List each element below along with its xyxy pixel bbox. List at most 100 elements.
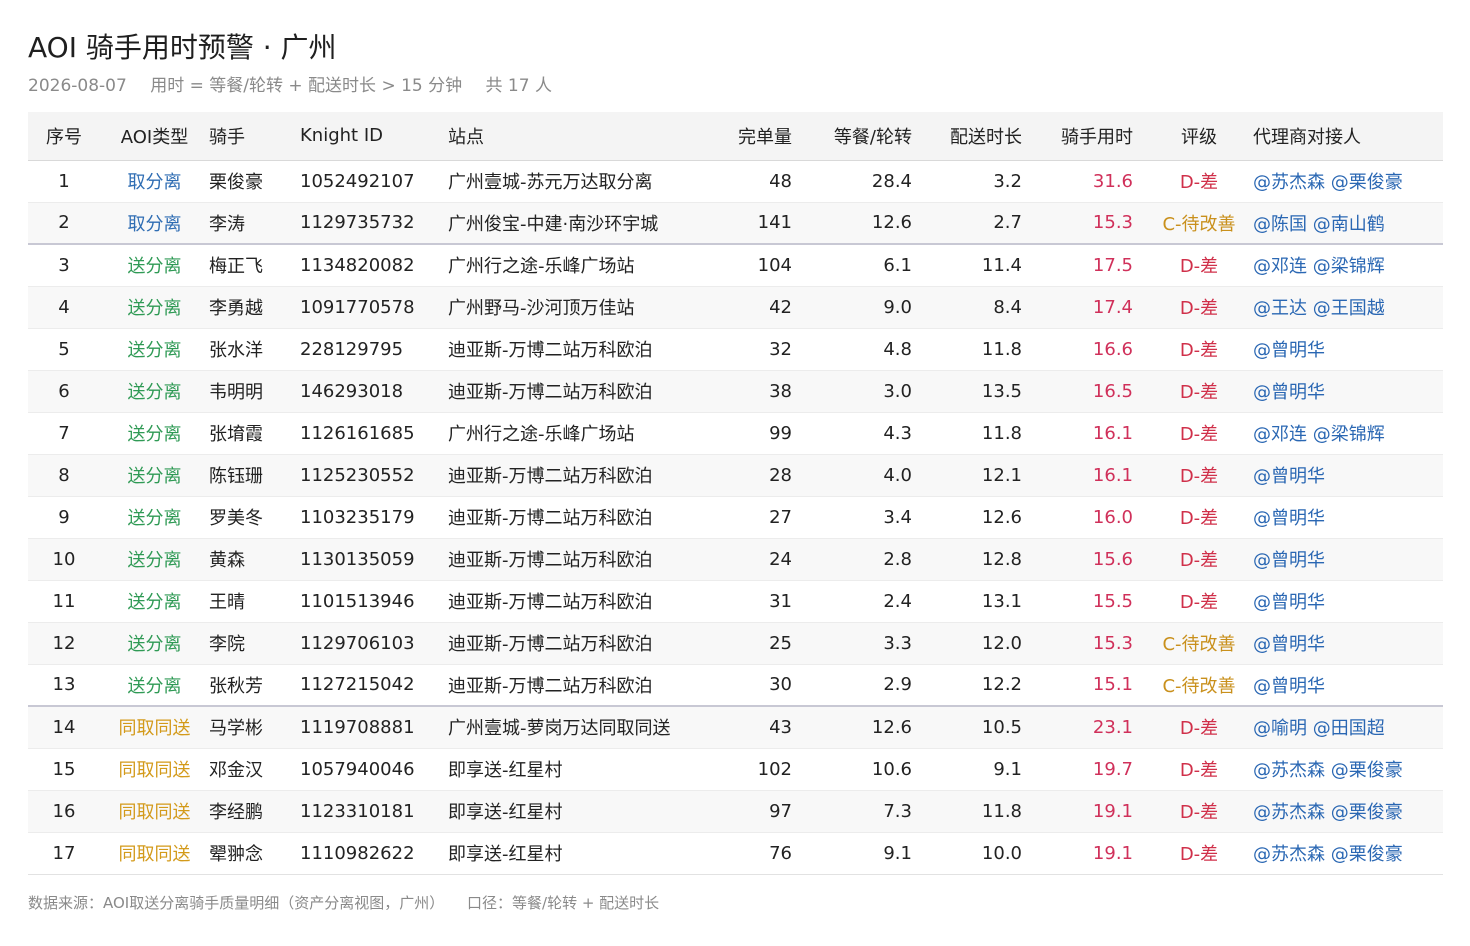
cell-wait: 12.6: [804, 202, 924, 245]
col-header-station[interactable]: 站点: [448, 112, 694, 161]
cell-orders: 31: [694, 580, 804, 623]
cell-wait: 6.1: [804, 244, 924, 287]
cell-orders: 24: [694, 538, 804, 581]
cell-station: 即享送-红星村: [448, 748, 694, 791]
table-row[interactable]: 13 送分离 张秋芳 1127215042 迪亚斯-万博二站万科欧泊 30 2.9 12.2 1…: [28, 664, 1443, 707]
cell-grade: D-差: [1145, 538, 1253, 581]
cell-delivery: 12.2: [924, 664, 1034, 707]
cell-rider: 王晴: [209, 580, 300, 623]
col-header-grade[interactable]: 评级: [1145, 112, 1253, 161]
cell-index: 2: [28, 202, 100, 245]
col-header-aoi-type[interactable]: AOI类型: [100, 112, 209, 161]
cell-station: 迪亚斯-万博二站万科欧泊: [448, 580, 694, 623]
cell-rider: 韦明明: [209, 370, 300, 413]
col-header-delivery[interactable]: 配送时长: [924, 112, 1034, 161]
table-row[interactable]: 11 送分离 王晴 1101513946 迪亚斯-万博二站万科欧泊 31 2.4 13.1 15…: [28, 580, 1443, 623]
table-row[interactable]: 1 取分离 栗俊豪 1052492107 广州壹城-苏元万达取分离 48 28.4 3.2 31…: [28, 160, 1443, 203]
cell-aoi-type: 送分离: [100, 412, 209, 455]
cell-contact[interactable]: @苏杰森 @栗俊豪: [1253, 832, 1443, 875]
cell-rider: 栗俊豪: [209, 160, 300, 203]
cell-contact[interactable]: @喻明 @田国超: [1253, 706, 1443, 749]
cell-grade: D-差: [1145, 832, 1253, 875]
cell-contact[interactable]: @曾明华: [1253, 454, 1443, 497]
cell-contact[interactable]: @曾明华: [1253, 538, 1443, 581]
cell-aoi-type: 送分离: [100, 370, 209, 413]
cell-rider-time: 17.5: [1034, 244, 1145, 287]
cell-wait: 3.0: [804, 370, 924, 413]
table-row[interactable]: 8 送分离 陈钰珊 1125230552 迪亚斯-万博二站万科欧泊 28 4.0 12.1 16…: [28, 454, 1443, 497]
cell-orders: 28: [694, 454, 804, 497]
cell-wait: 2.8: [804, 538, 924, 581]
cell-grade: D-差: [1145, 328, 1253, 371]
subtitle: 2026-08-07 用时 = 等餐/轮转 + 配送时长 > 15 分钟 共 1…: [28, 70, 1443, 102]
cell-contact[interactable]: @曾明华: [1253, 580, 1443, 623]
table-row[interactable]: 4 送分离 李勇越 1091770578 广州野马-沙河顶万佳站 42 9.0 8.4 17.4…: [28, 286, 1443, 329]
cell-aoi-type: 送分离: [100, 538, 209, 581]
cell-grade: D-差: [1145, 790, 1253, 833]
col-header-rider[interactable]: 骑手: [209, 112, 300, 161]
report-container: AOI 骑手用时预警 · 广州 2026-08-07 用时 = 等餐/轮转 + …: [28, 28, 1443, 913]
cell-contact[interactable]: @陈国 @南山鹤: [1253, 202, 1443, 245]
cell-station: 迪亚斯-万博二站万科欧泊: [448, 538, 694, 581]
cell-contact[interactable]: @曾明华: [1253, 370, 1443, 413]
cell-contact[interactable]: @苏杰森 @栗俊豪: [1253, 748, 1443, 791]
cell-wait: 10.6: [804, 748, 924, 791]
cell-grade: D-差: [1145, 706, 1253, 749]
cell-knight-id: 1119708881: [300, 706, 448, 749]
cell-delivery: 2.7: [924, 202, 1034, 245]
col-header-rider-time[interactable]: 骑手用时: [1034, 112, 1145, 161]
table-row[interactable]: 12 送分离 李院 1129706103 迪亚斯-万博二站万科欧泊 25 3.3 12.0 15…: [28, 622, 1443, 665]
cell-aoi-type: 送分离: [100, 622, 209, 665]
table-row[interactable]: 17 同取同送 翚翀念 1110982622 即享送-红星村 76 9.1 10.0 19.1 D…: [28, 832, 1443, 875]
table-row[interactable]: 16 同取同送 李经鹏 1123310181 即享送-红星村 97 7.3 11.8 19.1 D…: [28, 790, 1443, 833]
cell-rider: 梅正飞: [209, 244, 300, 287]
cell-aoi-type: 送分离: [100, 454, 209, 497]
cell-contact[interactable]: @苏杰森 @栗俊豪: [1253, 160, 1443, 203]
table-row[interactable]: 10 送分离 黄森 1130135059 迪亚斯-万博二站万科欧泊 24 2.8 12.8 15…: [28, 538, 1443, 581]
cell-station: 广州行之途-乐峰广场站: [448, 412, 694, 455]
cell-orders: 48: [694, 160, 804, 203]
cell-index: 5: [28, 328, 100, 371]
table-row[interactable]: 14 同取同送 马学彬 1119708881 广州壹城-萝岗万达同取同送 43 12.6 10…: [28, 706, 1443, 749]
table-row[interactable]: 6 送分离 韦明明 146293018 迪亚斯-万博二站万科欧泊 38 3.0 13.5 16.…: [28, 370, 1443, 413]
cell-rider: 张秋芳: [209, 664, 300, 707]
col-header-contact[interactable]: 代理商对接人: [1253, 112, 1443, 161]
table-row[interactable]: 7 送分离 张堉霞 1126161685 广州行之途-乐峰广场站 99 4.3 11.8 16.…: [28, 412, 1443, 455]
footer-note: 数据来源：AOI取送分离骑手质量明细（资产分离视图，广州） 口径：等餐/轮转 +…: [28, 892, 1443, 913]
cell-delivery: 11.4: [924, 244, 1034, 287]
cell-delivery: 10.0: [924, 832, 1034, 875]
col-header-knight-id[interactable]: Knight ID: [300, 112, 448, 161]
cell-station: 即享送-红星村: [448, 790, 694, 833]
col-header-index[interactable]: 序号: [28, 112, 100, 161]
cell-orders: 76: [694, 832, 804, 875]
cell-station: 迪亚斯-万博二站万科欧泊: [448, 496, 694, 539]
cell-station: 迪亚斯-万博二站万科欧泊: [448, 622, 694, 665]
cell-rider-time: 15.3: [1034, 622, 1145, 665]
cell-rider: 张堉霞: [209, 412, 300, 455]
cell-contact[interactable]: @曾明华: [1253, 622, 1443, 665]
table-row[interactable]: 5 送分离 张水洋 228129795 迪亚斯-万博二站万科欧泊 32 4.8 11.8 16.…: [28, 328, 1443, 371]
table-row[interactable]: 15 同取同送 邓金汉 1057940046 即享送-红星村 102 10.6 9.1 19.7…: [28, 748, 1443, 791]
cell-contact[interactable]: @苏杰森 @栗俊豪: [1253, 790, 1443, 833]
table-row[interactable]: 2 取分离 李涛 1129735732 广州俊宝-中建·南沙环宇城 141 12.6 2.7 1…: [28, 202, 1443, 245]
cell-contact[interactable]: @王达 @王国越: [1253, 286, 1443, 329]
cell-knight-id: 1129735732: [300, 202, 448, 245]
cell-contact[interactable]: @邓连 @梁锦辉: [1253, 412, 1443, 455]
col-header-orders[interactable]: 完单量: [694, 112, 804, 161]
cell-contact[interactable]: @曾明华: [1253, 496, 1443, 539]
cell-contact[interactable]: @曾明华: [1253, 328, 1443, 371]
cell-delivery: 11.8: [924, 790, 1034, 833]
cell-rider-time: 15.6: [1034, 538, 1145, 581]
table-row[interactable]: 9 送分离 罗美冬 1103235179 迪亚斯-万博二站万科欧泊 27 3.4 12.6 16…: [28, 496, 1443, 539]
table-row[interactable]: 3 送分离 梅正飞 1134820082 广州行之途-乐峰广场站 104 6.1 11.4 17…: [28, 244, 1443, 287]
cell-contact[interactable]: @曾明华: [1253, 664, 1443, 707]
col-header-wait[interactable]: 等餐/轮转: [804, 112, 924, 161]
cell-index: 9: [28, 496, 100, 539]
cell-contact[interactable]: @邓连 @梁锦辉: [1253, 244, 1443, 287]
cell-wait: 3.4: [804, 496, 924, 539]
cell-delivery: 10.5: [924, 706, 1034, 749]
cell-wait: 2.9: [804, 664, 924, 707]
cell-index: 15: [28, 748, 100, 791]
cell-index: 4: [28, 286, 100, 329]
cell-station: 迪亚斯-万博二站万科欧泊: [448, 370, 694, 413]
